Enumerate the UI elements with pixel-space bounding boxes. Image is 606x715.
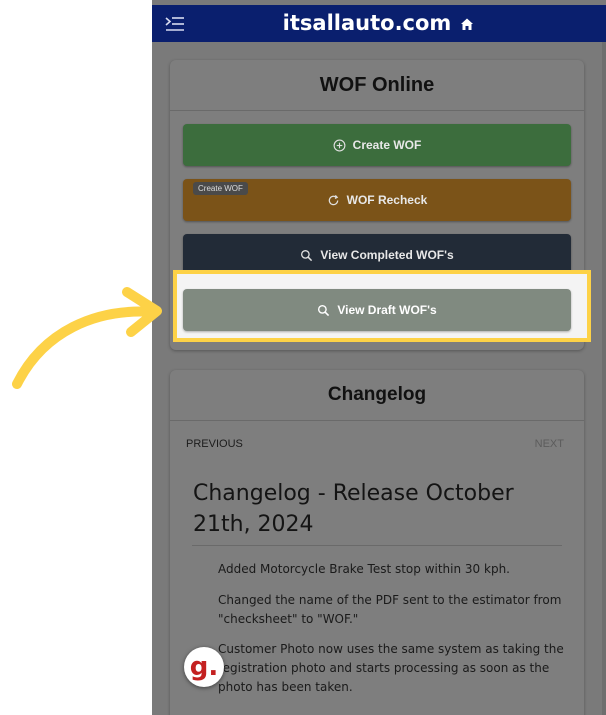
search-icon: [318, 304, 330, 316]
wof-card-title: WOF Online: [319, 74, 435, 96]
brand-title[interactable]: itsallauto.com: [152, 11, 606, 35]
view-draft-label: View Draft WOF's: [337, 303, 437, 317]
brand-text: itsallauto.com: [282, 11, 452, 35]
wof-card-divider: [170, 110, 584, 111]
search-icon: [301, 249, 313, 261]
scrollbar[interactable]: [602, 42, 606, 715]
g-logo-badge[interactable]: g.: [184, 647, 224, 687]
wof-recheck-label: WOF Recheck: [346, 193, 428, 207]
top-bar: itsallauto.com: [152, 5, 606, 42]
changelog-entry: Added Motorcycle Brake Test stop within …: [218, 562, 510, 576]
changelog-entry: Customer Photo now uses the same system …: [218, 642, 564, 694]
changelog-card: Changelog PREVIOUS NEXT Changelog - Rele…: [170, 370, 584, 715]
home-icon[interactable]: [459, 16, 475, 32]
pointer-arrow-icon: [12, 287, 162, 389]
release-title: Changelog - Release October 21th, 2024: [193, 481, 514, 537]
previous-link[interactable]: PREVIOUS: [186, 438, 243, 450]
changelog-entry: Changed the name of the PDF sent to the …: [218, 593, 562, 626]
changelog-divider: [170, 420, 584, 421]
create-wof-tooltip: Create WOF: [193, 182, 248, 195]
refresh-icon: [328, 194, 338, 205]
create-wof-label: Create WOF: [352, 138, 422, 152]
next-link[interactable]: NEXT: [535, 438, 564, 450]
view-draft-wofs-button[interactable]: View Draft WOF's: [183, 289, 571, 331]
create-wof-button[interactable]: Create WOF: [183, 124, 571, 166]
app-screen: itsallauto.com WOF Online Create WOF WOF…: [152, 0, 606, 715]
plus-circle-icon: [333, 139, 346, 151]
changelog-title: Changelog: [327, 384, 427, 405]
view-completed-label: View Completed WOF's: [320, 248, 454, 262]
release-divider: [192, 545, 562, 546]
g-logo-letter: g.: [189, 652, 219, 682]
